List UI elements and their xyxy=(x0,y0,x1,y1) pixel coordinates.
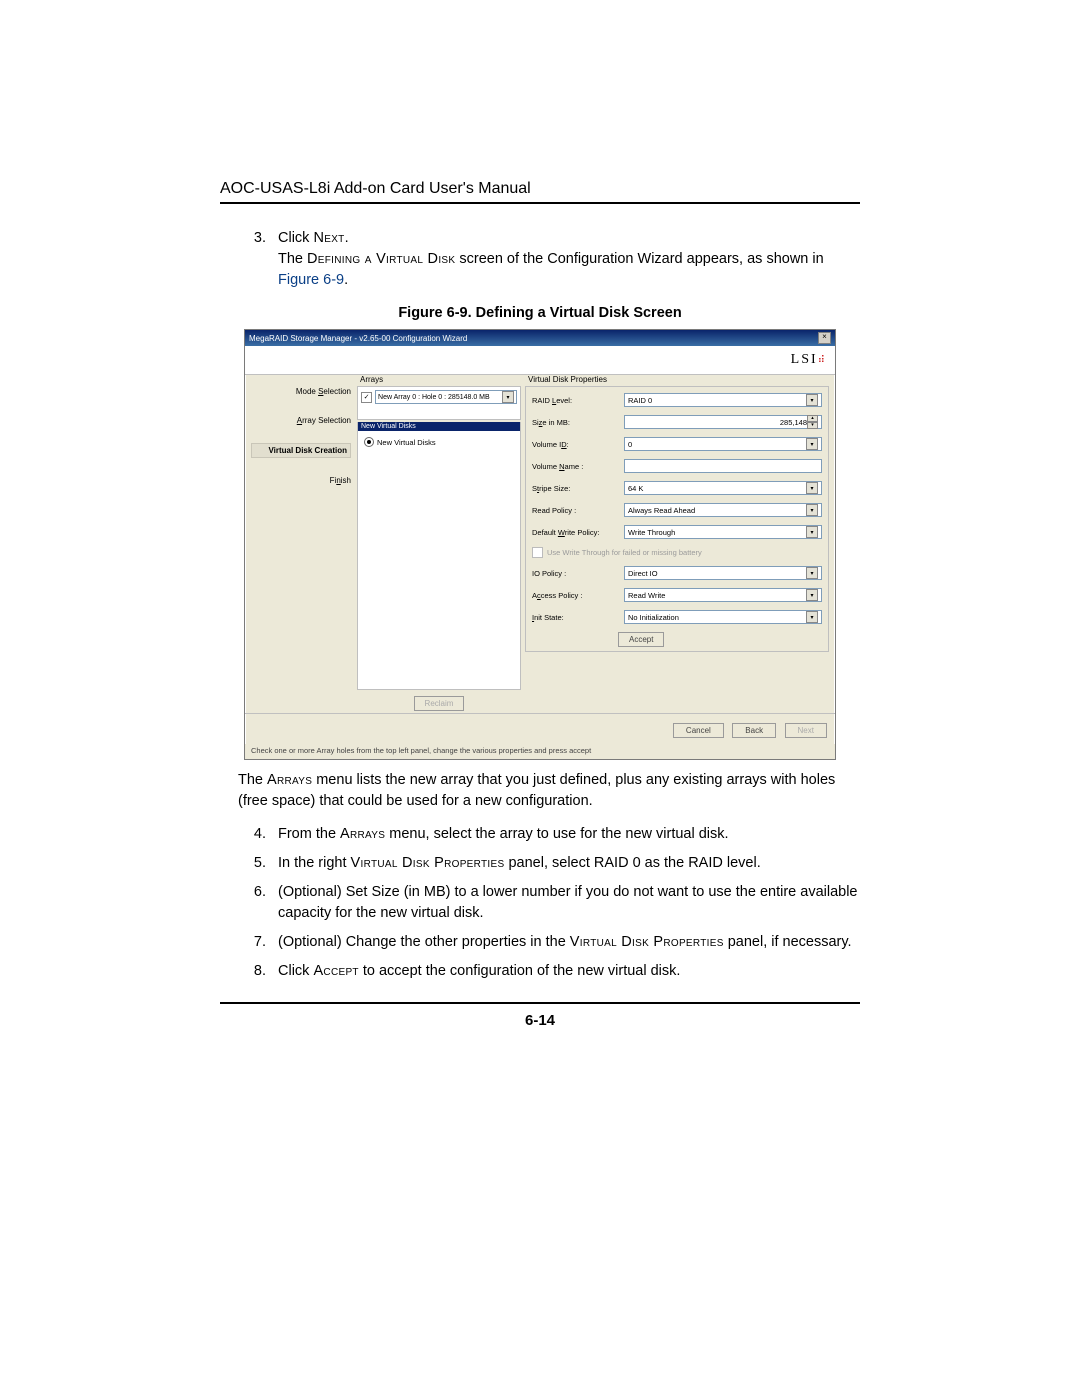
next-button[interactable]: Next xyxy=(785,723,827,738)
step-3: 3. Click Next. The Defining a Virtual Di… xyxy=(238,228,860,291)
page-number: 6-14 xyxy=(220,1012,860,1029)
step-7: 7. (Optional) Change the other propertie… xyxy=(238,932,860,953)
chevron-down-icon[interactable]: ▾ xyxy=(806,589,818,601)
chevron-down-icon[interactable]: ▾ xyxy=(806,482,818,494)
wt-checkbox[interactable] xyxy=(532,547,543,558)
props-legend: Virtual Disk Properties xyxy=(528,375,829,384)
prop-access-policy: Access Policy : Read Write ▾ xyxy=(532,588,822,602)
step-8: 8. Click Accept to accept the configurat… xyxy=(238,961,860,982)
array-dropdown[interactable]: New Array 0 : Hole 0 : 285148.0 MB ▾ xyxy=(375,390,517,404)
lsi-logo: LSI⠾ xyxy=(245,346,835,375)
volume-name-input[interactable] xyxy=(624,459,822,473)
write-policy-select[interactable]: Write Through ▾ xyxy=(624,525,822,539)
sidebar-item-vdc[interactable]: Virtual Disk Creation xyxy=(251,443,351,458)
chevron-down-icon[interactable]: ▾ xyxy=(806,611,818,623)
arrays-legend: Arrays xyxy=(360,375,521,384)
stripe-select[interactable]: 64 K ▾ xyxy=(624,481,822,495)
wizard-hint: Check one or more Array holes from the t… xyxy=(245,744,835,759)
chevron-down-icon[interactable]: ▾ xyxy=(806,438,818,450)
prop-read-policy: Read Policy : Always Read Ahead ▾ xyxy=(532,503,822,517)
arrays-column: Arrays ✓ New Array 0 : Hole 0 : 285148.0… xyxy=(357,375,521,713)
prop-write-policy: Default Write Policy: Write Through ▾ xyxy=(532,525,822,539)
spin-up-icon[interactable]: ▴ xyxy=(807,415,818,422)
sidebar-item-array[interactable]: Array Selection xyxy=(251,414,351,427)
step-list-top: 3. Click Next. The Defining a Virtual Di… xyxy=(238,228,860,291)
step-4: 4. From the Arrays menu, select the arra… xyxy=(238,824,860,845)
prop-size: Size in MB: 285,148 ▴ ▾ xyxy=(532,415,822,429)
figure-ref-link[interactable]: Figure 6-9 xyxy=(278,272,344,288)
raid-level-select[interactable]: RAID 0 ▾ xyxy=(624,393,822,407)
reclaim-button[interactable]: Reclaim xyxy=(414,696,465,711)
chevron-down-icon[interactable]: ▾ xyxy=(806,526,818,538)
cancel-button[interactable]: Cancel xyxy=(673,723,724,738)
prop-stripe: Stripe Size: 64 K ▾ xyxy=(532,481,822,495)
figure-caption: Figure 6-9. Defining a Virtual Disk Scre… xyxy=(220,305,860,321)
read-policy-select[interactable]: Always Read Ahead ▾ xyxy=(624,503,822,517)
step-body: Click Next. The Defining a Virtual Disk … xyxy=(278,228,860,291)
array-checkbox[interactable]: ✓ xyxy=(361,392,372,403)
nvd-header: New Virtual Disks xyxy=(358,422,520,431)
array-row[interactable]: ✓ New Array 0 : Hole 0 : 285148.0 MB ▾ xyxy=(361,390,517,404)
window-title: MegaRAID Storage Manager - v2.65-00 Conf… xyxy=(249,334,467,343)
sidebar-item-mode[interactable]: Mode Selection xyxy=(251,385,351,398)
step-5: 5. In the right Virtual Disk Properties … xyxy=(238,853,860,874)
sidebar-item-finish[interactable]: Finish xyxy=(251,474,351,487)
radio-icon[interactable] xyxy=(364,437,374,447)
chevron-down-icon[interactable]: ▾ xyxy=(806,567,818,579)
manual-page: AOC-USAS-L8i Add-on Card User's Manual 3… xyxy=(0,0,1080,1397)
vd-properties-column: Virtual Disk Properties RAID Level: RAID… xyxy=(525,375,835,713)
size-spinner[interactable]: ▴ ▾ xyxy=(807,415,818,429)
io-policy-select[interactable]: Direct IO ▾ xyxy=(624,566,822,580)
new-vd-list: New Virtual Disks New Virtual Disks xyxy=(357,422,521,690)
spin-down-icon[interactable]: ▾ xyxy=(807,422,818,429)
wizard-window: MegaRAID Storage Manager - v2.65-00 Conf… xyxy=(244,329,836,760)
accept-row: Accept xyxy=(618,632,822,647)
wizard-main: Arrays ✓ New Array 0 : Hole 0 : 285148.0… xyxy=(357,375,835,713)
prop-io-policy: IO Policy : Direct IO ▾ xyxy=(532,566,822,580)
paragraph-arrays: The Arrays menu lists the new array that… xyxy=(238,770,842,812)
prop-init-state: Init State: No Initialization ▾ xyxy=(532,610,822,624)
arrays-list: ✓ New Array 0 : Hole 0 : 285148.0 MB ▾ xyxy=(357,386,521,420)
chevron-down-icon[interactable]: ▾ xyxy=(806,394,818,406)
step-list-bottom: 4. From the Arrays menu, select the arra… xyxy=(238,824,860,982)
chevron-down-icon[interactable]: ▾ xyxy=(502,391,514,403)
wizard-sidebar: Mode Selection Array Selection Virtual D… xyxy=(245,375,357,713)
reclaim-row: Reclaim xyxy=(357,696,521,711)
step-6: 6. (Optional) Set Size (in MB) to a lowe… xyxy=(238,882,860,924)
doc-header: AOC-USAS-L8i Add-on Card User's Manual xyxy=(220,180,860,198)
prop-volume-id: Volume ID: 0 ▾ xyxy=(532,437,822,451)
footer-rule xyxy=(220,1002,860,1004)
accept-button[interactable]: Accept xyxy=(618,632,664,647)
prop-volume-name: Volume Name : xyxy=(532,459,822,473)
volume-id-select[interactable]: 0 ▾ xyxy=(624,437,822,451)
close-icon[interactable]: × xyxy=(818,332,831,344)
back-button[interactable]: Back xyxy=(732,723,776,738)
nvd-item[interactable]: New Virtual Disks xyxy=(361,434,517,450)
access-policy-select[interactable]: Read Write ▾ xyxy=(624,588,822,602)
header-rule xyxy=(220,202,860,204)
step-number: 3. xyxy=(238,228,278,291)
chevron-down-icon[interactable]: ▾ xyxy=(806,504,818,516)
init-state-select[interactable]: No Initialization ▾ xyxy=(624,610,822,624)
prop-raid-level: RAID Level: RAID 0 ▾ xyxy=(532,393,822,407)
wizard-footer: Cancel Back Next xyxy=(245,713,835,744)
size-input[interactable]: 285,148 ▴ ▾ xyxy=(624,415,822,429)
prop-wt-check[interactable]: Use Write Through for failed or missing … xyxy=(532,547,822,558)
window-titlebar: MegaRAID Storage Manager - v2.65-00 Conf… xyxy=(245,330,835,346)
props-fieldset: RAID Level: RAID 0 ▾ Size in MB: 285,148 xyxy=(525,386,829,652)
wizard-body: Mode Selection Array Selection Virtual D… xyxy=(245,375,835,713)
logo-dots-icon: ⠾ xyxy=(818,355,825,366)
